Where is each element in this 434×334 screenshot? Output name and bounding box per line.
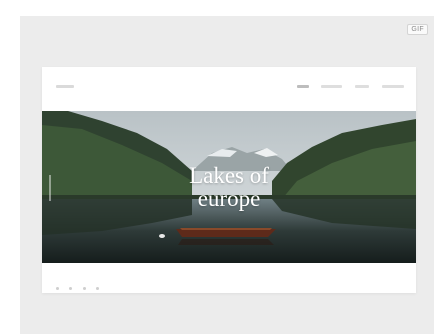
gif-badge: GIF [407, 24, 428, 35]
nav-item-1[interactable] [297, 85, 309, 88]
site-navbar [42, 67, 416, 111]
site-logo [56, 85, 74, 88]
hero-title: Lakes of europe [42, 164, 416, 210]
social-icon-2[interactable] [69, 287, 73, 290]
nav-item-4[interactable] [382, 85, 404, 88]
nav-item-2[interactable] [321, 85, 342, 88]
social-icon-4[interactable] [96, 287, 100, 290]
social-icons [56, 277, 105, 290]
nav-item-3[interactable] [355, 85, 369, 88]
social-icon-3[interactable] [82, 287, 86, 290]
hero-title-line-1: Lakes of [189, 163, 269, 188]
hero-title-line-2: europe [197, 186, 261, 211]
hero-image: Lakes of europe [42, 111, 416, 263]
website-preview: Lakes of europe [42, 67, 416, 293]
preview-card[interactable]: GIF Lakes of europe [20, 16, 434, 334]
social-icon-1[interactable] [56, 287, 59, 290]
